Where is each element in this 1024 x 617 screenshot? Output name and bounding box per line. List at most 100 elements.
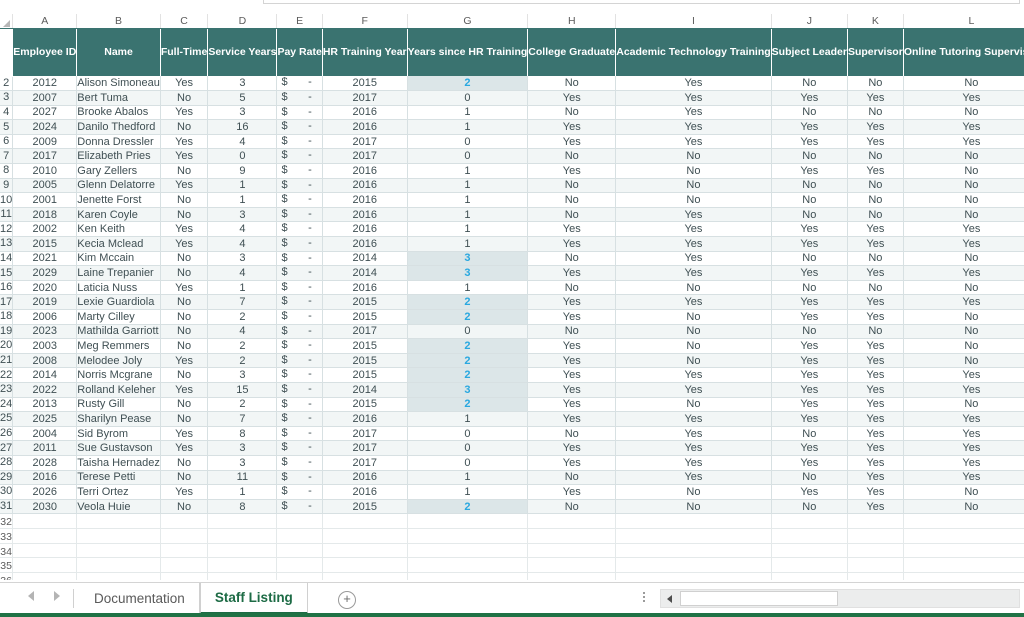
cell-hr-training-year[interactable]: 2017 xyxy=(322,440,408,456)
row-header-21[interactable]: 21 xyxy=(0,353,14,369)
cell-academic-technology-training[interactable]: No xyxy=(615,148,772,165)
empty-cell[interactable] xyxy=(76,513,161,529)
cell-name[interactable]: Alison Simoneau xyxy=(76,76,161,92)
cell-college-graduate[interactable]: No xyxy=(527,192,617,208)
cell-service-years[interactable]: 2 xyxy=(207,309,278,325)
empty-cell[interactable] xyxy=(207,572,278,580)
th-years-since-hr-training[interactable]: Years since HR Training xyxy=(407,28,529,76)
cell-name[interactable]: Ken Keith xyxy=(76,221,161,238)
cell-academic-technology-training[interactable]: Yes xyxy=(615,426,772,442)
cell-subject-leader[interactable]: No xyxy=(771,280,848,296)
empty-cell[interactable] xyxy=(771,543,848,559)
cell-subject-leader[interactable]: Yes xyxy=(771,338,848,354)
cell-hr-training-year[interactable]: 2016 xyxy=(322,163,408,179)
cell-online-tutoring-supervisor[interactable]: Yes xyxy=(903,119,1024,135)
table-row[interactable]: 11 2018 Karen Coyle No 3 $ -2016 1 No Yes No No No xyxy=(0,207,1024,223)
cell-name[interactable]: Lexie Guardiola xyxy=(76,294,161,310)
row-header-36[interactable]: 36 xyxy=(0,572,14,580)
cell-pay-rate[interactable]: $ - xyxy=(276,397,323,413)
scrollbar-thumb[interactable] xyxy=(680,591,838,606)
cell-name[interactable]: Brooke Abalos xyxy=(76,105,161,121)
cell-online-tutoring-supervisor[interactable]: No xyxy=(903,251,1024,267)
row-header-34[interactable]: 34 xyxy=(0,543,14,559)
cell-service-years[interactable]: 3 xyxy=(207,207,278,223)
cell-pay-rate[interactable]: $ - xyxy=(276,265,323,281)
cell-employee-id[interactable]: 2028 xyxy=(12,455,78,471)
empty-cell[interactable] xyxy=(771,513,848,529)
cell-college-graduate[interactable]: No xyxy=(527,105,617,121)
column-header-A[interactable]: A xyxy=(12,14,78,29)
cell-supervisor[interactable]: No xyxy=(847,105,904,121)
empty-cell[interactable] xyxy=(847,572,904,580)
cell-hr-training-year[interactable]: 2014 xyxy=(322,265,408,281)
cell-full-time[interactable]: No xyxy=(160,163,209,179)
th-employee-id[interactable]: Employee ID xyxy=(12,28,78,76)
cell-supervisor[interactable]: Yes xyxy=(847,411,904,427)
empty-cell[interactable] xyxy=(527,543,617,559)
cell-subject-leader[interactable]: Yes xyxy=(771,221,848,238)
cell-years-since-hr-training[interactable]: 1 xyxy=(407,163,529,179)
empty-cell[interactable] xyxy=(847,557,904,573)
empty-cell[interactable] xyxy=(615,572,772,580)
horizontal-scrollbar[interactable] xyxy=(660,589,1020,608)
cell-pay-rate[interactable]: $ - xyxy=(276,338,323,354)
cell-employee-id[interactable]: 2003 xyxy=(12,338,78,354)
cell-pay-rate[interactable]: $ - xyxy=(276,470,323,486)
cell-supervisor[interactable]: Yes xyxy=(847,338,904,354)
empty-cell[interactable] xyxy=(12,572,78,580)
table-row[interactable]: 13 2015 Kecia Mclead Yes 4 $ -2016 1 Yes Yes Yes Ye… xyxy=(0,236,1024,252)
cell-hr-training-year[interactable]: 2015 xyxy=(322,76,408,92)
cell-pay-rate[interactable]: $ - xyxy=(276,207,323,223)
cell-full-time[interactable]: No xyxy=(160,411,209,427)
empty-cell[interactable] xyxy=(322,557,408,573)
empty-cell[interactable] xyxy=(615,528,772,544)
cell-online-tutoring-supervisor[interactable]: Yes xyxy=(903,440,1024,456)
cell-name[interactable]: Rolland Keleher xyxy=(76,382,161,398)
cell-college-graduate[interactable]: Yes xyxy=(527,221,617,238)
empty-cell[interactable] xyxy=(903,557,1024,573)
row-header-18[interactable]: 18 xyxy=(0,309,14,325)
cell-years-since-hr-training[interactable]: 0 xyxy=(407,90,529,106)
empty-cell[interactable] xyxy=(407,528,529,544)
cell-supervisor[interactable]: No xyxy=(847,148,904,165)
cell-full-time[interactable]: No xyxy=(160,338,209,354)
table-row[interactable]: 19 2023 Mathilda Garriott No 4 $ -2017 0 No No No N… xyxy=(0,324,1024,340)
cell-online-tutoring-supervisor[interactable]: Yes xyxy=(903,382,1024,398)
cell-name[interactable]: Sue Gustavson xyxy=(76,440,161,456)
table-row[interactable]: 28 2028 Taisha Hernadez No 3 $ -2017 0 Yes Yes Yes… xyxy=(0,455,1024,471)
table-row[interactable]: 3 2007 Bert Tuma No 5 $ -2017 0 Yes Yes Yes Yes Yes xyxy=(0,90,1024,106)
cell-supervisor[interactable]: Yes xyxy=(847,397,904,413)
cell-supervisor[interactable]: No xyxy=(847,324,904,340)
cell-academic-technology-training[interactable]: Yes xyxy=(615,440,772,456)
cell-name[interactable]: Elizabeth Pries xyxy=(76,148,161,165)
cell-college-graduate[interactable]: Yes xyxy=(527,119,617,135)
cell-subject-leader[interactable]: No xyxy=(771,324,848,340)
cell-years-since-hr-training[interactable]: 3 xyxy=(407,265,529,281)
th-hr-training-year[interactable]: HR Training Year xyxy=(322,28,408,76)
cell-online-tutoring-supervisor[interactable]: No xyxy=(903,397,1024,413)
column-header-K[interactable]: K xyxy=(847,14,904,29)
table-row[interactable]: 23 2022 Rolland Keleher Yes 15 $ -2014 3 Yes Yes Y… xyxy=(0,382,1024,398)
table-row[interactable]: 14 2021 Kim Mccain No 3 $ -2014 3 No Yes No No No xyxy=(0,251,1024,267)
table-row[interactable]: 25 2025 Sharilyn Pease No 7 $ -2016 1 Yes Yes Yes Y… xyxy=(0,411,1024,427)
row-header-23[interactable]: 23 xyxy=(0,382,14,398)
cell-college-graduate[interactable]: No xyxy=(527,207,617,223)
cell-subject-leader[interactable]: No xyxy=(771,251,848,267)
empty-cell[interactable] xyxy=(847,513,904,529)
empty-cell[interactable] xyxy=(207,528,278,544)
cell-hr-training-year[interactable]: 2015 xyxy=(322,338,408,354)
cell-academic-technology-training[interactable]: Yes xyxy=(615,221,772,238)
cell-name[interactable]: Danilo Thedford xyxy=(76,119,161,135)
cell-subject-leader[interactable]: Yes xyxy=(771,353,848,369)
cell-supervisor[interactable]: Yes xyxy=(847,484,904,500)
cell-pay-rate[interactable]: $ - xyxy=(276,455,323,471)
empty-cell[interactable] xyxy=(847,528,904,544)
cell-academic-technology-training[interactable]: Yes xyxy=(615,119,772,135)
cell-supervisor[interactable]: Yes xyxy=(847,382,904,398)
cell-academic-technology-training[interactable]: Yes xyxy=(615,367,772,383)
cell-college-graduate[interactable]: Yes xyxy=(527,367,617,383)
cell-subject-leader[interactable]: Yes xyxy=(771,367,848,383)
cell-service-years[interactable]: 9 xyxy=(207,163,278,179)
cell-college-graduate[interactable]: Yes xyxy=(527,440,617,456)
cell-subject-leader[interactable]: Yes xyxy=(771,119,848,135)
